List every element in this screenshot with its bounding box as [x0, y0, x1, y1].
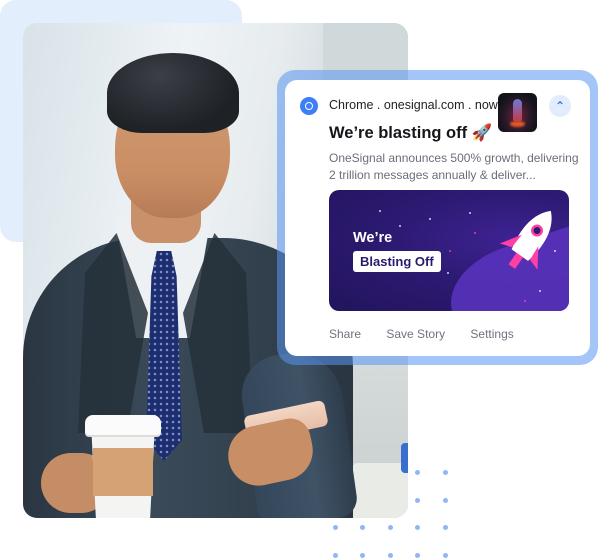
settings-action[interactable]: Settings — [470, 327, 513, 341]
man-hair — [107, 53, 239, 133]
grid-dot — [414, 469, 420, 475]
notification-thumbnail — [498, 93, 537, 132]
share-action[interactable]: Share — [329, 327, 361, 341]
photo-background-desk — [353, 463, 408, 518]
photo-background-object — [401, 443, 408, 473]
grid-dot — [414, 524, 420, 530]
notification-banner-image[interactable]: We’re Blasting Off — [329, 190, 569, 311]
grid-dot — [387, 524, 393, 530]
star — [379, 210, 381, 212]
coffee-cup-lid — [85, 415, 161, 435]
grid-dot — [442, 497, 448, 503]
grid-dot — [414, 497, 420, 503]
star — [474, 232, 476, 234]
grid-dot — [414, 552, 420, 558]
coffee-cup-sleeve — [93, 448, 153, 496]
grid-dot — [359, 524, 365, 530]
rocket-flame-icon — [510, 121, 525, 127]
star — [469, 212, 471, 214]
chrome-icon — [300, 97, 318, 115]
notification-source: Chrome . onesignal.com . now — [329, 98, 498, 112]
rocket-icon — [499, 210, 552, 270]
grid-dot — [442, 552, 448, 558]
grid-dot — [332, 552, 338, 558]
chevron-up-icon: ⌃ — [554, 99, 566, 113]
collapse-button[interactable]: ⌃ — [549, 95, 571, 117]
star — [524, 300, 526, 302]
grid-dot — [387, 552, 393, 558]
notification-title: We’re blasting off 🚀 — [329, 124, 493, 142]
banner-pill: Blasting Off — [353, 251, 441, 272]
notification-body: OneSignal announces 500% growth, deliver… — [329, 151, 579, 182]
push-notification-card[interactable]: Chrome . onesignal.com . now ⌃ We’re bla… — [285, 80, 590, 356]
star — [449, 250, 451, 252]
grid-dot — [332, 524, 338, 530]
grid-dot — [359, 552, 365, 558]
star — [399, 225, 401, 227]
save-story-action[interactable]: Save Story — [386, 327, 445, 341]
star — [429, 218, 431, 220]
notification-actions: Share Save Story Settings — [329, 327, 536, 341]
star — [539, 290, 541, 292]
grid-dot — [442, 524, 448, 530]
star — [447, 272, 449, 274]
rocket-thumbnail-icon — [513, 99, 522, 121]
grid-dot — [442, 469, 448, 475]
banner-heading: We’re — [353, 230, 393, 246]
